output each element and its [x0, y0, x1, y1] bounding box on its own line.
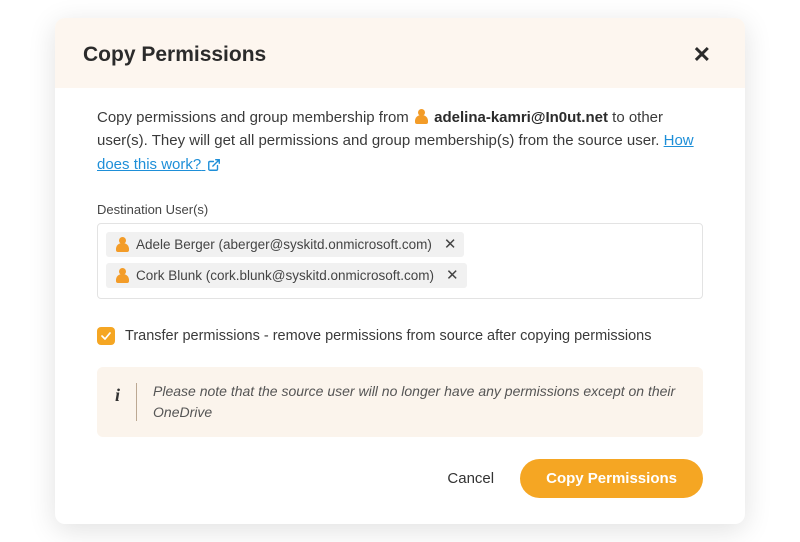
close-icon: ✕: [444, 236, 457, 253]
user-chip-label: Cork Blunk (cork.blunk@syskitd.onmicroso…: [136, 268, 434, 283]
transfer-permissions-row: Transfer permissions - remove permission…: [97, 327, 703, 345]
person-icon: [116, 268, 129, 283]
person-icon: [415, 109, 428, 124]
copy-permissions-button[interactable]: Copy Permissions: [520, 459, 703, 498]
user-chip: Cork Blunk (cork.blunk@syskitd.onmicroso…: [106, 263, 467, 288]
info-icon: i: [115, 381, 120, 406]
cancel-button[interactable]: Cancel: [443, 462, 498, 495]
remove-user-button[interactable]: ✕: [444, 237, 457, 252]
user-chip-label: Adele Berger (aberger@syskitd.onmicrosof…: [136, 237, 432, 252]
info-note-text: Please note that the source user will no…: [153, 381, 685, 423]
destination-users-input[interactable]: Adele Berger (aberger@syskitd.onmicrosof…: [97, 223, 703, 299]
destination-users-label: Destination User(s): [97, 202, 703, 217]
copy-permissions-modal: Copy Permissions ✕ Copy permissions and …: [55, 18, 745, 524]
remove-user-button[interactable]: ✕: [446, 268, 459, 283]
modal-header: Copy Permissions ✕: [55, 18, 745, 88]
modal-body: Copy permissions and group membership fr…: [55, 88, 745, 524]
note-divider: [136, 383, 137, 421]
user-chip: Adele Berger (aberger@syskitd.onmicrosof…: [106, 232, 464, 257]
close-icon: ✕: [446, 267, 459, 284]
close-button[interactable]: ✕: [687, 40, 717, 70]
source-user-email: adelina-kamri@In0ut.net: [434, 109, 608, 126]
external-link-icon: [207, 157, 221, 173]
modal-title: Copy Permissions: [83, 43, 266, 67]
transfer-permissions-label: Transfer permissions - remove permission…: [125, 328, 651, 344]
info-note: i Please note that the source user will …: [97, 367, 703, 437]
intro-text: Copy permissions and group membership fr…: [97, 106, 703, 176]
person-icon: [116, 237, 129, 252]
modal-footer: Cancel Copy Permissions: [97, 459, 703, 498]
intro-prefix: Copy permissions and group membership fr…: [97, 109, 413, 126]
transfer-permissions-checkbox[interactable]: [97, 327, 115, 345]
check-icon: [100, 330, 112, 342]
close-icon: ✕: [693, 42, 711, 67]
